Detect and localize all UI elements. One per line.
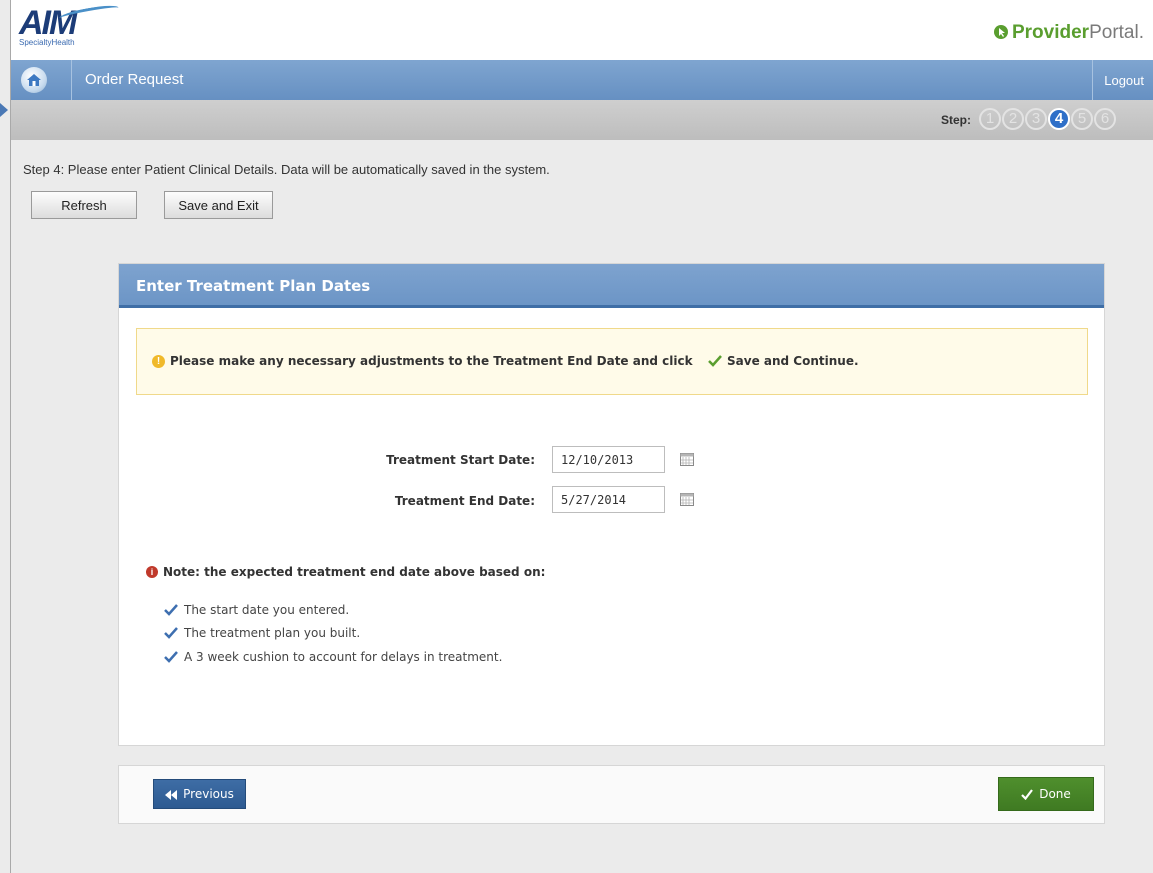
checkmark-icon (1021, 789, 1034, 800)
home-icon (27, 74, 41, 86)
double-chevron-left-icon (165, 790, 178, 800)
step-3: 3 (1025, 108, 1047, 130)
checkmark-icon (164, 604, 178, 616)
page-title: Order Request (85, 71, 184, 88)
step-1: 1 (979, 108, 1001, 130)
panel-title: Enter Treatment Plan Dates (136, 277, 371, 295)
info-alert: ! Please make any necessary adjustments … (136, 328, 1088, 395)
calendar-icon[interactable] (680, 493, 694, 506)
logo-subtext: SpecialtyHealth (19, 38, 75, 47)
nav-divider (71, 60, 72, 100)
note-item-text: The treatment plan you built. (184, 626, 361, 640)
home-button[interactable] (21, 67, 47, 93)
logout-link[interactable]: Logout (1104, 73, 1144, 88)
alert-action-text: Save and Continue. (727, 354, 859, 368)
refresh-button[interactable]: Refresh (31, 191, 137, 219)
done-label: Done (1039, 787, 1071, 801)
checkmark-icon (708, 355, 722, 367)
warning-info-icon: i (146, 566, 158, 578)
save-and-exit-button[interactable]: Save and Exit (164, 191, 273, 219)
step-6: 6 (1094, 108, 1116, 130)
note-list-item: The treatment plan you built. (164, 626, 360, 640)
note-list-item: The start date you entered. (164, 603, 349, 617)
step-label: Step: (941, 113, 971, 127)
app-frame: AIM SpecialtyHealth ProviderPortal. Orde… (10, 0, 1153, 873)
side-arrow-indicator (0, 103, 8, 117)
step-2: 2 (1002, 108, 1024, 130)
step-5: 5 (1071, 108, 1093, 130)
nav-bar: Order Request Logout (11, 60, 1153, 100)
calendar-icon[interactable] (680, 453, 694, 466)
step-instructions: Step 4: Please enter Patient Clinical De… (23, 162, 550, 177)
checkmark-icon (164, 627, 178, 639)
aim-logo: AIM SpecialtyHealth (19, 2, 120, 54)
treatment-plan-panel: Enter Treatment Plan Dates ! Please make… (118, 263, 1105, 746)
end-date-input[interactable] (552, 486, 665, 513)
previous-button[interactable]: Previous (153, 779, 246, 809)
note-item-text: A 3 week cushion to account for delays i… (184, 650, 503, 664)
brand-portal: Portal. (1089, 22, 1144, 43)
panel-header: Enter Treatment Plan Dates (119, 264, 1104, 308)
step-indicator: 1 2 3 4 5 6 (979, 108, 1116, 130)
previous-label: Previous (183, 787, 234, 801)
step-4-active: 4 (1048, 108, 1070, 130)
checkmark-icon (164, 651, 178, 663)
brand-provider: Provider (1011, 22, 1090, 43)
end-date-label: Treatment End Date: (394, 494, 535, 508)
wizard-footer: Previous Done (118, 765, 1105, 824)
note-title: Note: the expected treatment end date ab… (163, 565, 546, 579)
step-bar: Step: 1 2 3 4 5 6 (11, 100, 1153, 140)
alert-text: Please make any necessary adjustments to… (170, 354, 693, 368)
provider-portal-brand: ProviderPortal. (993, 22, 1144, 44)
done-button[interactable]: Done (998, 777, 1094, 811)
info-icon: ! (152, 355, 165, 368)
note-item-text: The start date you entered. (184, 603, 350, 617)
start-date-label: Treatment Start Date: (386, 453, 535, 467)
portal-pointer-icon (993, 25, 1008, 39)
top-header: AIM SpecialtyHealth ProviderPortal. (11, 0, 1153, 60)
start-date-input[interactable] (552, 446, 665, 473)
note-list-item: A 3 week cushion to account for delays i… (164, 650, 502, 664)
nav-divider (1092, 60, 1093, 100)
